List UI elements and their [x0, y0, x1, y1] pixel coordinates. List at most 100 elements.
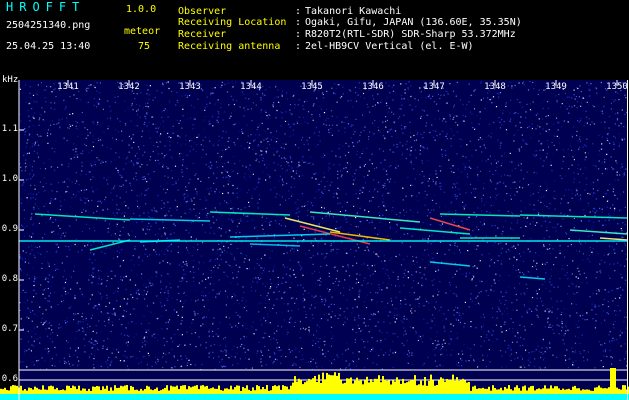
noise-speck [378, 355, 380, 357]
noise-speck [363, 322, 365, 324]
noise-speck [231, 184, 233, 186]
noise-speck [68, 246, 70, 248]
noise-speck [522, 344, 524, 346]
noise-speck [147, 286, 149, 288]
noise-speck [201, 224, 204, 226]
noise-speck [623, 126, 625, 128]
noise-speck [588, 254, 591, 257]
noise-speck [212, 143, 214, 145]
noise-speck [48, 322, 50, 324]
noise-speck [346, 171, 348, 173]
noise-speck [358, 327, 360, 330]
noise-speck [418, 266, 420, 268]
noise-speck [376, 167, 378, 169]
noise-speck [613, 143, 615, 145]
noise-speck [600, 360, 602, 362]
noise-speck [57, 166, 59, 168]
noise-speck [50, 107, 52, 109]
noise-speck [500, 291, 502, 293]
noise-speck [517, 164, 520, 166]
noise-speck [266, 217, 268, 219]
noise-speck [261, 150, 263, 152]
noise-speck [318, 271, 320, 273]
noise-speck [573, 94, 575, 96]
noise-speck [44, 297, 46, 299]
noise-speck [586, 82, 588, 84]
noise-speck [330, 110, 332, 112]
noise-speck [310, 304, 312, 306]
noise-speck [518, 150, 521, 152]
noise-speck [401, 98, 403, 100]
noise-speck [441, 343, 443, 345]
noise-speck [313, 218, 315, 220]
noise-speck [129, 184, 132, 186]
noise-speck [127, 344, 129, 346]
noise-speck [422, 335, 424, 337]
noise-speck [151, 209, 153, 211]
noise-speck [433, 101, 435, 103]
noise-speck [596, 293, 598, 295]
noise-speck [385, 170, 387, 172]
noise-speck [65, 362, 68, 364]
noise-speck [328, 189, 330, 192]
noise-speck [559, 252, 561, 254]
noise-speck [423, 175, 425, 177]
noise-speck [575, 276, 577, 278]
noise-speck [257, 207, 259, 209]
noise-speck [529, 81, 531, 83]
noise-speck [152, 150, 154, 153]
noise-speck [458, 188, 460, 190]
noise-speck [42, 313, 44, 315]
noise-speck [279, 194, 281, 196]
noise-speck [595, 313, 597, 315]
noise-speck [182, 261, 184, 263]
noise-speck [177, 246, 180, 248]
noise-speck [114, 159, 116, 161]
noise-speck [159, 185, 162, 187]
noise-speck [137, 292, 140, 294]
noise-speck [599, 207, 601, 209]
noise-speck [525, 143, 527, 145]
noise-speck [368, 331, 370, 333]
noise-speck [339, 202, 341, 204]
noise-speck [595, 277, 597, 279]
noise-speck [221, 149, 223, 151]
noise-speck [101, 160, 103, 162]
noise-speck [523, 217, 525, 219]
noise-speck [86, 129, 89, 131]
noise-speck [132, 109, 134, 111]
noise-speck [590, 183, 592, 185]
noise-speck [28, 277, 30, 280]
noise-speck [585, 277, 587, 279]
noise-speck [38, 208, 40, 210]
noise-speck [116, 256, 119, 258]
noise-speck [21, 170, 23, 172]
noise-speck [437, 93, 439, 96]
noise-speck [324, 355, 326, 357]
noise-speck [383, 202, 385, 204]
noise-speck [264, 345, 266, 347]
noise-speck [403, 114, 405, 116]
noise-speck [275, 86, 277, 88]
noise-speck [125, 310, 127, 312]
noise-speck [94, 164, 96, 166]
noise-speck [384, 185, 386, 187]
noise-speck [486, 336, 488, 338]
noise-speck [289, 250, 292, 252]
noise-speck [330, 316, 332, 318]
noise-speck [408, 355, 410, 357]
noise-speck [481, 151, 483, 153]
noise-speck [45, 203, 47, 205]
noise-speck [330, 326, 333, 328]
noise-speck [613, 100, 615, 102]
noise-speck [468, 216, 470, 218]
noise-speck [238, 266, 240, 268]
noise-speck [288, 123, 290, 125]
noise-speck [501, 247, 503, 249]
noise-speck [287, 303, 289, 305]
noise-speck [245, 305, 247, 307]
noise-speck [600, 259, 602, 262]
noise-speck [240, 218, 242, 220]
noise-speck [57, 233, 59, 235]
noise-speck [505, 290, 507, 292]
